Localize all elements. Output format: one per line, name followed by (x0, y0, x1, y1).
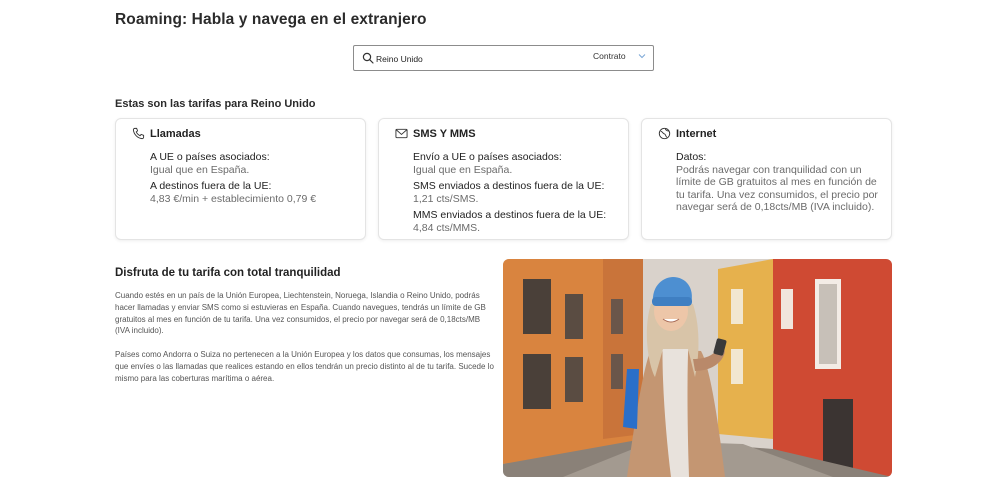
sms-non-eu-value: 1,21 cts/SMS. (413, 192, 479, 205)
country-search-box[interactable]: Contrato (353, 45, 654, 71)
sms-card: SMS Y MMS Envío a UE o países asociados:… (378, 118, 629, 240)
phone-icon (132, 127, 145, 140)
internet-card-title: Internet (676, 127, 717, 140)
traveler-photo (503, 259, 892, 477)
mms-non-eu-value: 4,84 cts/MMS. (413, 221, 481, 234)
chevron-down-icon (638, 54, 645, 59)
rates-heading: Estas son las tarifas para Reino Unido (115, 98, 316, 110)
search-icon (362, 52, 374, 64)
calls-non-eu-value: 4,83 €/min + establecimiento 0,79 € (150, 192, 317, 205)
contract-type-select[interactable]: Contrato (593, 51, 646, 61)
promo-paragraph-non-eu: Países como Andorra o Suiza no pertenece… (115, 350, 494, 383)
sms-eu-label: Envío a UE o países asociados: (413, 151, 562, 163)
sms-eu-value: Igual que en España. (413, 163, 513, 176)
calls-card-title: Llamadas (150, 127, 201, 140)
calls-card: Llamadas A UE o países asociados: Igual … (115, 118, 366, 240)
internet-card: Internet Datos: Podrás navegar con tranq… (641, 118, 892, 240)
mms-non-eu-label: MMS enviados a destinos fuera de la UE: (413, 209, 607, 221)
country-search-input[interactable] (376, 51, 576, 66)
promo-paragraph-eu: Cuando estés en un país de la Unión Euro… (115, 291, 486, 336)
sms-card-title: SMS Y MMS (413, 127, 476, 140)
internet-data-label: Datos: (676, 151, 707, 163)
sms-non-eu-label: SMS enviados a destinos fuera de la UE: (413, 180, 605, 192)
envelope-icon (395, 128, 408, 139)
page-title: Roaming: Habla y navega en el extranjero (115, 11, 427, 28)
promo-title: Disfruta de tu tarifa con total tranquil… (115, 267, 341, 279)
contract-type-label: Contrato (593, 51, 626, 61)
globe-icon (658, 127, 671, 140)
calls-eu-label: A UE o países asociados: (150, 151, 270, 163)
internet-data-value: Podrás navegar con tranquilidad con un l… (676, 163, 878, 214)
calls-non-eu-label: A destinos fuera de la UE: (150, 180, 272, 192)
calls-eu-value: Igual que en España. (150, 163, 250, 176)
